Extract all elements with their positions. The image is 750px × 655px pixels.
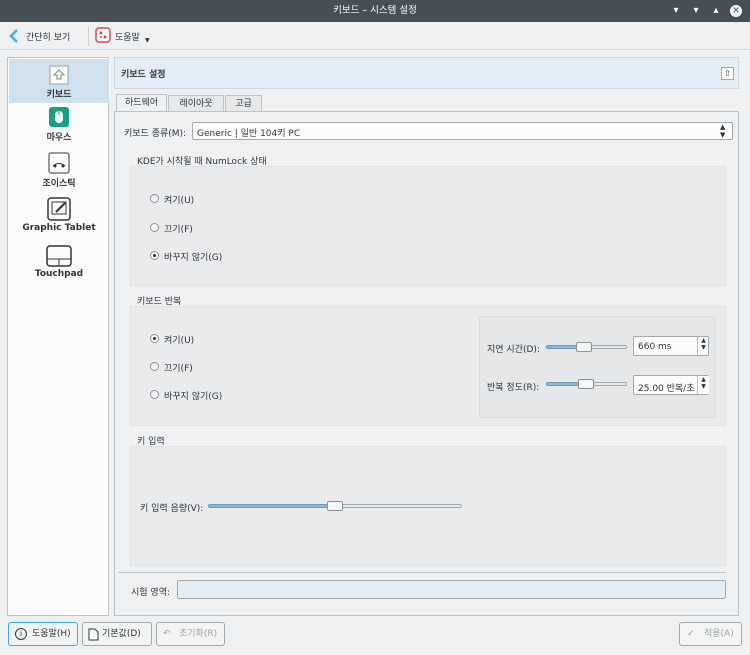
back-button-label: 간단히 보기 [26,33,71,43]
keyboard-icon [49,65,69,85]
apply-button[interactable]: ✓ 적용(A) [679,622,742,646]
check-icon: ✓ [687,629,695,639]
spin-arrows-icon[interactable]: ▲ ▼ [697,376,709,394]
document-icon [88,628,99,641]
delay-label: 지연 시간(D): [487,345,540,355]
numlock-unchanged-radio[interactable] [150,251,159,260]
sidebar-item-label: 조이스틱 [42,179,76,189]
keyboard-model-value: Generic | 일반 104키 PC [197,129,301,139]
window-title: 키보드 – 시스템 설정 [333,5,417,16]
tab-hardware[interactable]: 하드웨어 [116,94,167,112]
rate-label: 반복 정도(R): [487,383,540,393]
radio-label: 바꾸지 않기(G) [164,253,223,263]
tab-layout[interactable]: 레이아웃 [168,95,224,112]
numlock-group [130,166,726,286]
page-title: 키보드 설정 [121,70,166,80]
radio-label: 켜기(U) [164,196,195,206]
joystick-icon [48,152,70,174]
repeat-on-radio[interactable] [150,334,159,343]
tab-label: 고급 [235,99,252,109]
delay-value: 660 ms [638,342,672,352]
back-button[interactable]: 간단히 보기 [6,27,84,45]
close-icon[interactable]: ✕ [730,5,742,17]
reset-button[interactable]: ↶ 초기화(R) [156,622,225,646]
window-menu-icon[interactable]: ▾ [670,5,682,17]
touchpad-icon [46,245,72,267]
undo-icon: ↶ [163,629,171,639]
test-area-label: 시험 영역: [131,588,171,598]
delay-spinbox[interactable]: 660 ms ▲ ▼ [633,336,709,356]
radio-label: 끄기(F) [164,225,193,235]
sidebar-item-label: 마우스 [46,133,72,143]
rate-value: 25.00 반복/초 [638,384,695,394]
up-arrow-icon: ⇧ [724,69,731,78]
numlock-off-radio[interactable] [150,223,159,232]
reset-button-label: 초기화(R) [179,629,218,639]
click-volume-label: 키 입력 음량(V): [140,504,204,514]
help-menu-button[interactable]: 도움말 ▼ [95,26,153,48]
tab-label: 하드웨어 [124,98,159,108]
keyboard-model-label: 키보드 종류(M): [124,129,187,139]
rate-slider-handle[interactable] [578,379,594,389]
info-icon: i [15,628,27,640]
window-titlebar: 키보드 – 시스템 설정 [0,0,750,22]
repeat-off-radio[interactable] [150,362,159,371]
tablet-icon [47,197,71,221]
radio-label: 끄기(F) [164,364,193,374]
defaults-button-label: 기본값(D) [102,629,141,639]
repeat-unchanged-radio[interactable] [150,390,159,399]
sidebar-item-label: Touchpad [34,269,84,279]
help-icon [95,27,111,43]
rate-spinbox[interactable]: 25.00 반복/초 ▲ ▼ [633,375,709,395]
sidebar-item-joystick[interactable]: 조이스틱 [9,152,109,194]
sidebar-item-keyboard[interactable]: 키보드 [9,59,109,103]
tab-label: 레이아웃 [179,99,213,109]
help-button-label: 도움말(H) [32,629,71,639]
sidebar-item-touchpad[interactable]: Touchpad [9,245,109,285]
sidebar: 키보드 마우스 조이스틱 Graphic Tablet Touchpad [7,57,109,616]
help-button[interactable]: i 도움말(H) [8,622,78,646]
repeat-settings-panel [479,316,716,418]
panel-header: 키보드 설정 ⇧ [114,57,739,89]
tab-advanced[interactable]: 고급 [225,95,262,112]
collapse-header-button[interactable]: ⇧ [721,67,734,80]
spin-arrows-icon[interactable]: ▲ ▼ [697,337,709,355]
delay-slider-handle[interactable] [576,342,592,352]
minimize-icon[interactable]: ▾ [690,5,702,17]
sidebar-item-graphic-tablet[interactable]: Graphic Tablet [9,197,109,241]
back-arrow-icon [9,29,18,43]
help-menu-label: 도움말 [115,33,140,43]
separator [118,572,726,573]
dropdown-arrow-icon: ▼ [145,37,150,44]
click-volume-fill [208,504,333,508]
toolbar-separator [88,26,89,46]
select-arrows-icon: ▲ ▼ [720,123,726,139]
sidebar-item-label: Graphic Tablet [22,223,96,233]
radio-label: 바꾸지 않기(G) [164,392,223,402]
sidebar-item-label: 키보드 [46,90,72,100]
keyboard-model-select[interactable]: Generic | 일반 104키 PC ▲ ▼ [192,122,733,140]
sidebar-item-mouse[interactable]: 마우스 [9,106,109,148]
maximize-icon[interactable]: ▴ [710,5,722,17]
click-volume-handle[interactable] [327,501,343,511]
test-area-input[interactable] [177,580,726,599]
apply-button-label: 적용(A) [704,629,734,639]
mouse-icon [49,107,69,127]
click-volume-track[interactable] [333,504,462,508]
defaults-button[interactable]: 기본값(D) [82,622,152,646]
numlock-on-radio[interactable] [150,194,159,203]
radio-label: 켜기(U) [164,336,195,346]
